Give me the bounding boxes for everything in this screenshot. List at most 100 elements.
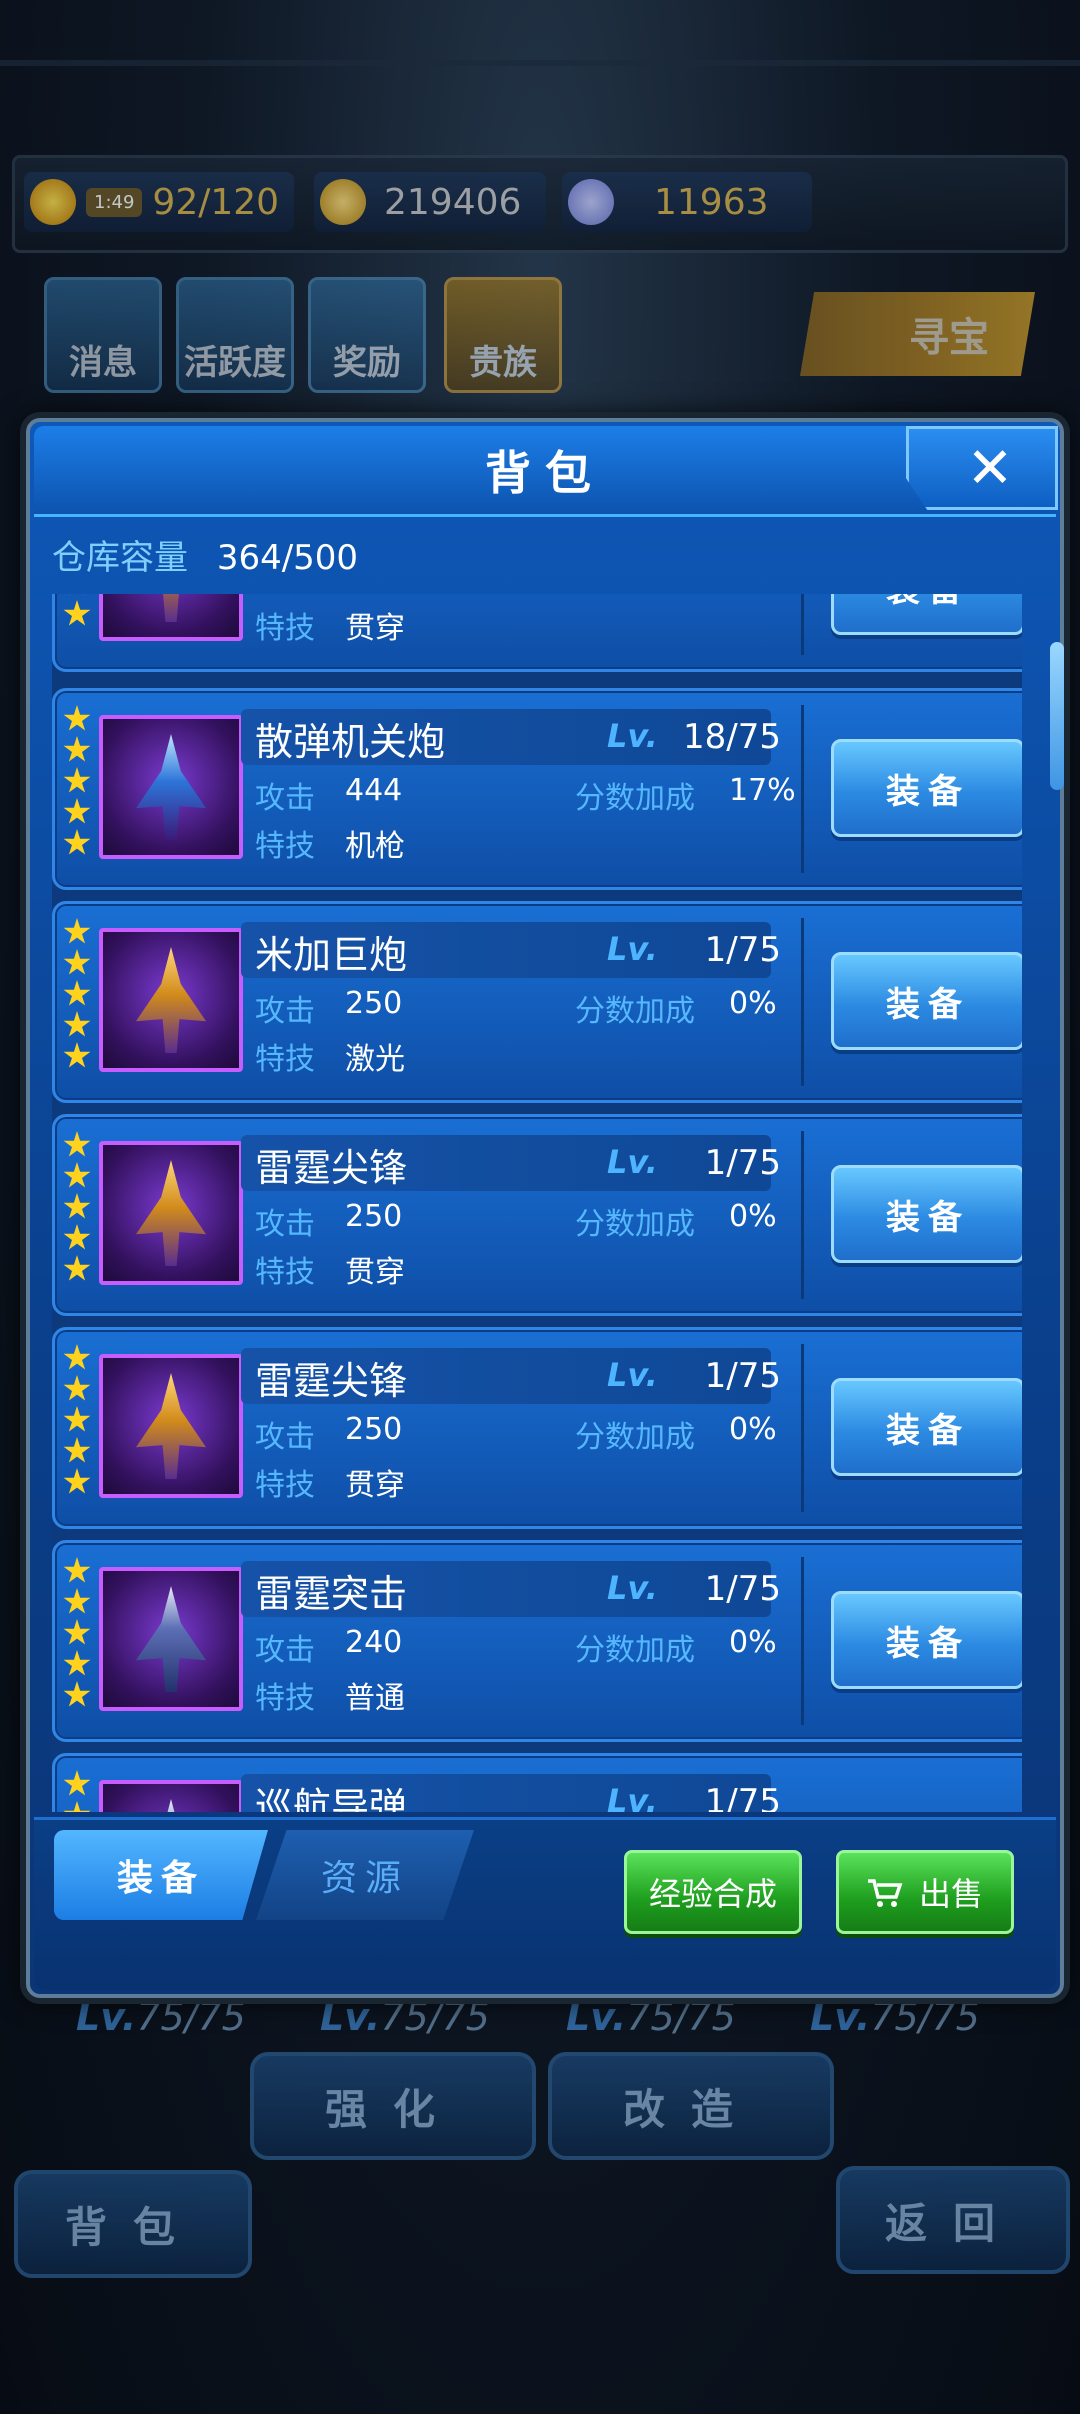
level-value: 1/75 [704, 930, 781, 970]
close-button[interactable]: ✕ [906, 426, 1058, 510]
activity-label: 活跃度 [184, 343, 286, 383]
rewards-button[interactable]: 奖励 [308, 277, 426, 393]
skill-value: 机枪 [345, 829, 405, 864]
bg-level-4: Lv.75/75 [810, 1995, 980, 2039]
coin-icon [320, 179, 366, 225]
ship-thumbnail [99, 1780, 243, 1812]
item-name: 雷霆突击 [255, 1572, 408, 1616]
level-value: 18/75 [683, 717, 781, 757]
ship-thumbnail [99, 928, 243, 1072]
item-name: 米加巨炮 [255, 933, 408, 977]
equip-button[interactable]: 装备 [831, 952, 1022, 1050]
skill-value: 普通 [345, 1681, 405, 1716]
tab-equip[interactable]: 装备 [54, 1830, 268, 1920]
diamond-icon [568, 179, 614, 225]
cart-icon [867, 1878, 903, 1907]
divider [0, 60, 1080, 66]
sell-button[interactable]: 出售 [836, 1850, 1014, 1934]
rarity-stars [63, 1557, 93, 1712]
bonus-value: 17% [729, 773, 796, 808]
list-item[interactable]: 散弹机关炮 Lv. 18/75 攻击 444 分数加成 17% 特技 机枪 装备 [52, 688, 1022, 890]
rarity-stars [63, 1344, 93, 1499]
sell-label: 出售 [918, 1875, 983, 1913]
scrollbar-thumb[interactable] [1050, 642, 1064, 790]
back-label: 返回 [884, 2198, 1021, 2248]
rarity-stars [63, 1131, 93, 1286]
skill-label: 特技 [255, 829, 315, 864]
energy-value: 92/120 [152, 181, 280, 223]
equip-button[interactable]: 装备 [831, 1378, 1022, 1476]
list-item[interactable]: 雷霆尖锋 Lv. 1/75 攻击 250 分数加成 0% 特技 贯穿 装备 [52, 1327, 1022, 1529]
strengthen-label: 强化 [324, 2084, 461, 2134]
tab-resources-label: 资源 [320, 1858, 409, 1899]
back-button[interactable]: 返回 [836, 2166, 1070, 2274]
level-label: Lv. [607, 1569, 658, 1607]
vip-button[interactable]: 贵族 [444, 277, 562, 393]
level-label: Lv. [607, 1782, 658, 1812]
level-value: 1/75 [704, 1143, 781, 1183]
attack-label: 攻击 [255, 1420, 315, 1455]
bonus-label: 分数加成 [575, 1633, 695, 1668]
equip-button[interactable]: 装备 [831, 1591, 1022, 1689]
modal-title: 背包 [485, 446, 605, 500]
gem-counter: 11963 [562, 172, 812, 232]
ship-thumbnail [99, 1354, 243, 1498]
attack-value: 240 [345, 1625, 403, 1660]
modify-button[interactable]: 改造 [548, 2052, 834, 2160]
ship-thumbnail [99, 1141, 243, 1285]
skill-label: 特技 [255, 1042, 315, 1077]
modify-label: 改造 [622, 2084, 759, 2134]
level-label: Lv. [607, 930, 658, 968]
skill-value: 贯穿 [345, 611, 405, 646]
list-item-partial-bottom[interactable]: 巡航导弹 Lv. 1/75 [52, 1753, 1022, 1812]
equip-button[interactable]: 装备 [831, 739, 1022, 837]
item-name: 散弹机关炮 [255, 720, 446, 764]
list-item[interactable]: 雷霆突击 Lv. 1/75 攻击 240 分数加成 0% 特技 普通 装备 [52, 1540, 1022, 1742]
bonus-value: 0% [729, 986, 777, 1021]
level-value: 1/75 [704, 1782, 781, 1812]
treasure-hunt-button[interactable]: 寻宝 [800, 292, 1035, 376]
rarity-stars [63, 594, 93, 631]
energy-timer: 1:49 [86, 187, 143, 217]
level-label: Lv. [607, 1143, 658, 1181]
attack-label: 攻击 [255, 994, 315, 1029]
ship-thumbnail [99, 594, 243, 641]
modal-header: 背包 ✕ [34, 426, 1058, 517]
skill-label: 特技 [255, 1681, 315, 1716]
item-list[interactable]: 特技 贯穿 装备 散弹机关炮 Lv. 18/75 攻击 444 分数加成 17%… [52, 594, 1022, 1812]
equip-button[interactable]: 装备 [831, 1165, 1022, 1263]
list-item[interactable]: 米加巨炮 Lv. 1/75 攻击 250 分数加成 0% 特技 激光 装备 [52, 901, 1022, 1103]
item-name: 巡航导弹 [255, 1785, 408, 1812]
messages-button[interactable]: 消息 [44, 277, 162, 393]
item-name: 雷霆尖锋 [255, 1359, 408, 1403]
bonus-value: 0% [729, 1412, 777, 1447]
strengthen-button[interactable]: 强化 [250, 2052, 536, 2160]
item-name: 雷霆尖锋 [255, 1146, 408, 1190]
bg-level-3: Lv.75/75 [566, 1995, 736, 2039]
list-item[interactable]: 雷霆尖锋 Lv. 1/75 攻击 250 分数加成 0% 特技 贯穿 装备 [52, 1114, 1022, 1316]
vip-label: 贵族 [469, 343, 537, 383]
capacity-value: 364/500 [216, 538, 359, 578]
close-icon: ✕ [966, 435, 1014, 501]
bg-level-1: Lv.75/75 [76, 1995, 246, 2039]
equip-button[interactable]: 装备 [831, 594, 1022, 635]
gold-value: 219406 [384, 181, 522, 223]
activity-button[interactable]: 活跃度 [176, 277, 294, 393]
rarity-stars [63, 1770, 93, 1812]
level-label: Lv. [607, 717, 658, 755]
list-item-partial-top[interactable]: 特技 贯穿 装备 [52, 594, 1022, 672]
tab-resources[interactable]: 资源 [256, 1830, 474, 1920]
skill-value: 激光 [345, 1042, 405, 1077]
exp-merge-label: 经验合成 [648, 1875, 777, 1913]
attack-value: 250 [345, 1199, 403, 1234]
ship-thumbnail [99, 715, 243, 859]
exp-merge-button[interactable]: 经验合成 [624, 1850, 802, 1934]
attack-label: 攻击 [255, 781, 315, 816]
attack-label: 攻击 [255, 1207, 315, 1242]
messages-label: 消息 [69, 343, 137, 383]
skill-label: 特技 [255, 611, 315, 646]
bonus-label: 分数加成 [575, 781, 695, 816]
bag-button[interactable]: 背包 [14, 2170, 252, 2278]
lightning-icon [30, 179, 76, 225]
skill-label: 特技 [255, 1255, 315, 1290]
